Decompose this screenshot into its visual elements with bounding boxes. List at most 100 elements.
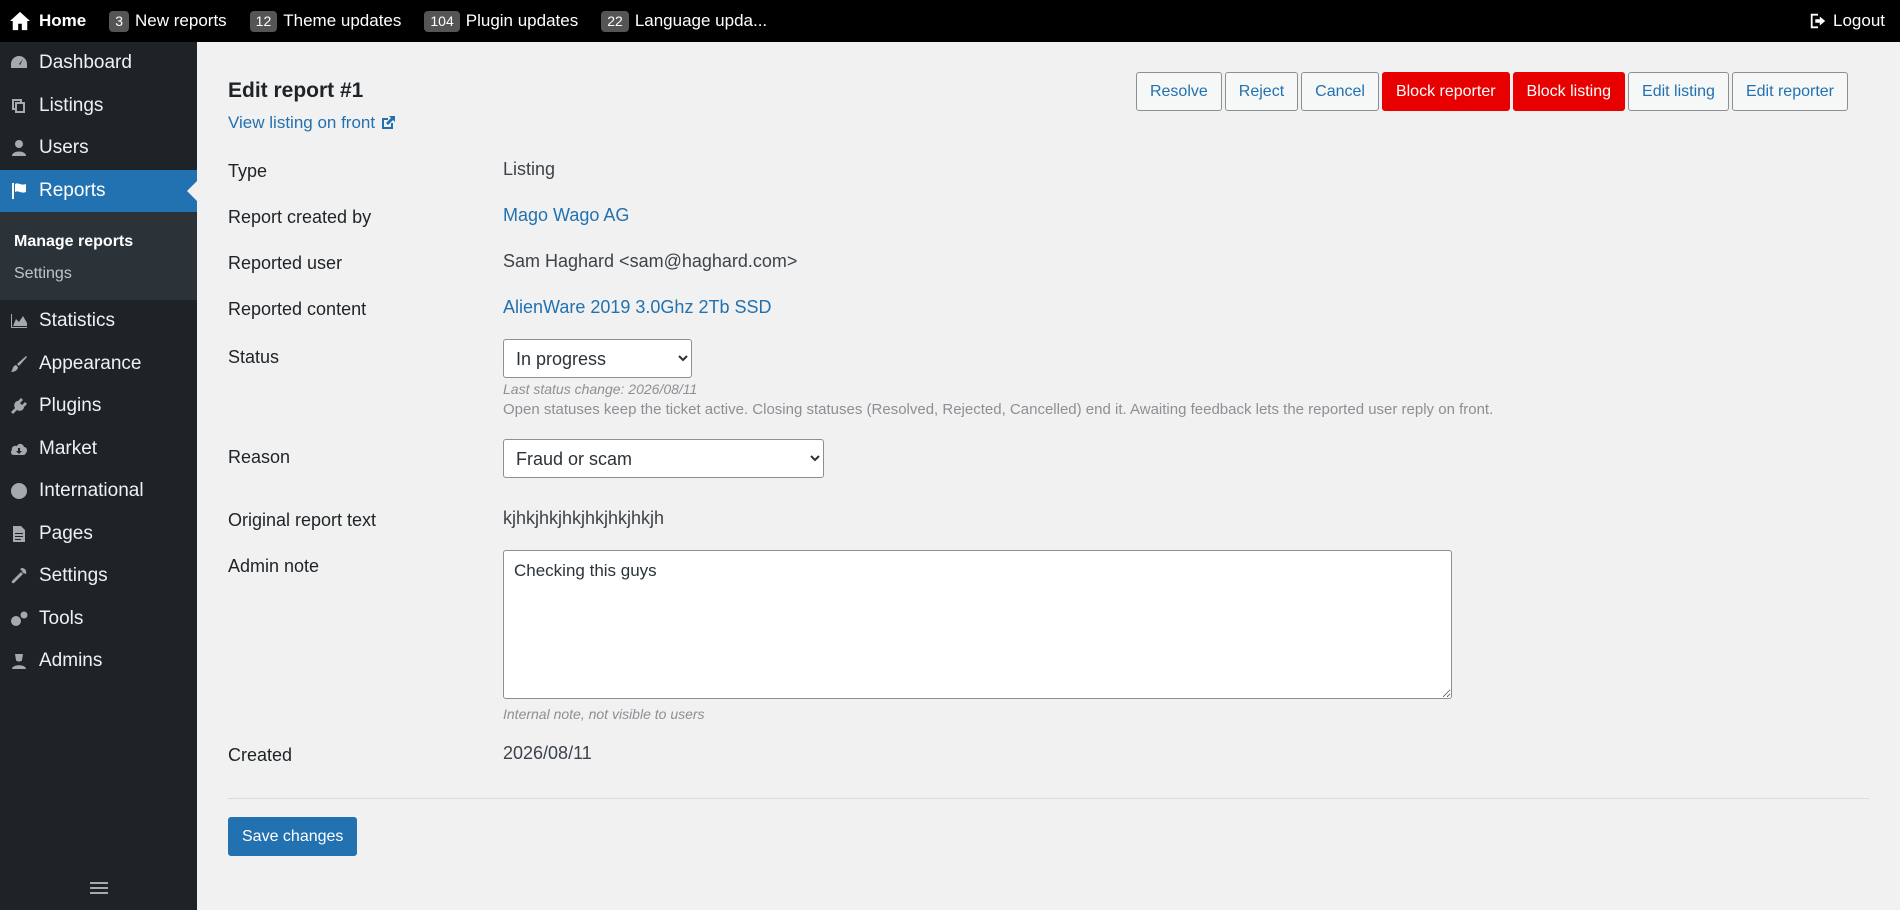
block-listing-button[interactable]: Block listing [1512,72,1626,111]
sidebar-item-settings[interactable]: Settings [0,555,197,598]
edit-listing-button[interactable]: Edit listing [1628,72,1729,111]
plugin-updates-count: 104 [424,10,460,32]
form-divider [228,798,1869,799]
sidebar-item-label: Statistics [39,310,116,332]
block-reporter-button[interactable]: Block reporter [1381,72,1510,111]
plug-icon [8,395,30,417]
report-actions: Resolve Reject Cancel Block reporter Blo… [1135,72,1848,111]
reported-content-label: Reported content [228,299,367,319]
sidebar-item-pages[interactable]: Pages [0,513,197,556]
cloud-download-icon [8,438,30,460]
original-text-label: Original report text [228,510,377,530]
sidebar-item-admins[interactable]: Admins [0,640,197,683]
sidebar-item-reports[interactable]: Reports [0,169,197,212]
chart-area-icon [8,310,30,332]
admin-note-hint: Internal note, not visible to users [503,706,705,722]
theme-updates-label: Theme updates [283,11,402,30]
view-listing-label: View listing on front [228,113,376,132]
sidebar-item-international[interactable]: International [0,470,197,513]
theme-updates-link[interactable]: 12 Theme updates [249,10,402,32]
logout-link[interactable]: Logout [1809,0,1885,42]
sidebar-item-label: Users [39,137,89,159]
globe-icon [8,480,30,502]
sidebar-item-market[interactable]: Market [0,428,197,471]
collapse-menu-button[interactable] [0,866,197,910]
submenu-settings[interactable]: Settings [0,258,197,290]
reason-select[interactable]: Fraud or scam [503,439,824,478]
created-by-label: Report created by [228,207,372,227]
admin-top-bar: Home 3 New reports 12 Theme updates 104 … [0,0,1900,42]
brush-icon [8,353,30,375]
new-reports-link[interactable]: 3 New reports [109,10,227,32]
listings-icon [8,95,30,117]
type-label: Type [228,161,268,181]
view-listing-on-front-link[interactable]: View listing on front [228,113,396,133]
sidebar-item-tools[interactable]: Tools [0,598,197,641]
edit-reporter-button[interactable]: Edit reporter [1731,72,1848,111]
sidebar-item-label: Plugins [39,395,102,417]
sidebar-item-label: International [39,480,144,502]
logout-label: Logout [1833,11,1885,30]
admin-user-icon [8,650,30,672]
main-content: Edit report #1 View listing on front Res… [197,42,1900,910]
resolve-button[interactable]: Resolve [1135,72,1222,111]
plugin-updates-link[interactable]: 104 Plugin updates [424,10,579,32]
sidebar-item-plugins[interactable]: Plugins [0,385,197,428]
status-label: Status [228,347,280,367]
home-link[interactable]: Home [0,11,86,31]
wrench-icon [8,565,30,587]
sidebar-item-statistics[interactable]: Statistics [0,300,197,343]
dashboard-icon [8,52,30,74]
reports-submenu: Manage reports Settings [0,212,197,300]
status-select[interactable]: In progress [503,339,692,378]
new-reports-label: New reports [135,11,227,30]
admin-note-label: Admin note [228,556,320,576]
logout-icon [1810,13,1826,29]
sidebar-item-label: Market [39,437,98,459]
sidebar-item-dashboard[interactable]: Dashboard [0,42,197,85]
reason-field: Fraud or scam [503,439,824,478]
language-updates-count: 22 [601,10,629,32]
created-label: Created [228,745,293,765]
page-title: Edit report #1 [228,79,364,102]
plugin-updates-label: Plugin updates [465,11,579,30]
gears-icon [8,608,30,630]
home-icon [10,11,30,31]
reporter-link[interactable]: Mago Wago AG [503,205,629,226]
type-value: Listing [503,159,556,179]
status-field: In progress Last status change: 2026/08/… [503,339,1493,418]
sidebar-item-users[interactable]: Users [0,127,197,170]
language-updates-link[interactable]: 22 Language upda... [601,10,768,32]
sidebar-item-label: Appearance [39,352,142,374]
reported-user-label: Reported user [228,253,343,273]
sidebar-item-label: Reports [39,179,106,201]
external-link-icon [382,116,396,129]
created-value: 2026/08/11 [503,743,592,763]
reject-button[interactable]: Reject [1224,72,1299,111]
admin-note-field: Checking this guys Internal note, not vi… [503,550,1452,722]
original-text-value: kjhkjhkjhkjhkjhkjhkjh [503,508,665,528]
sidebar-item-label: Settings [39,565,108,587]
user-icon [8,137,30,159]
admin-sidebar: Dashboard Listings Users Reports Manage … [0,42,197,910]
cancel-button[interactable]: Cancel [1301,72,1379,111]
sidebar-item-listings[interactable]: Listings [0,85,197,128]
submenu-manage-reports[interactable]: Manage reports [0,226,197,258]
reported-content-link[interactable]: AlienWare 2019 3.0Ghz 2Tb SSD [503,297,771,318]
save-changes-button[interactable]: Save changes [228,817,358,856]
language-updates-label: Language upda... [634,11,768,30]
sidebar-item-appearance[interactable]: Appearance [0,343,197,386]
menu-lines-icon [89,882,108,894]
admin-note-textarea[interactable]: Checking this guys [503,550,1452,699]
theme-updates-count: 12 [249,10,278,32]
sidebar-item-label: Admins [39,650,103,672]
sidebar-item-label: Tools [39,607,84,629]
reason-label: Reason [228,447,291,467]
flag-icon [8,180,30,202]
reported-user-value: Sam Haghard <sam@haghard.com> [503,251,798,271]
sidebar-item-label: Pages [39,522,93,544]
file-icon [8,523,30,545]
home-label: Home [39,11,87,30]
sidebar-item-label: Dashboard [39,52,132,74]
status-last-change: Last status change: 2026/08/11 [503,381,698,397]
